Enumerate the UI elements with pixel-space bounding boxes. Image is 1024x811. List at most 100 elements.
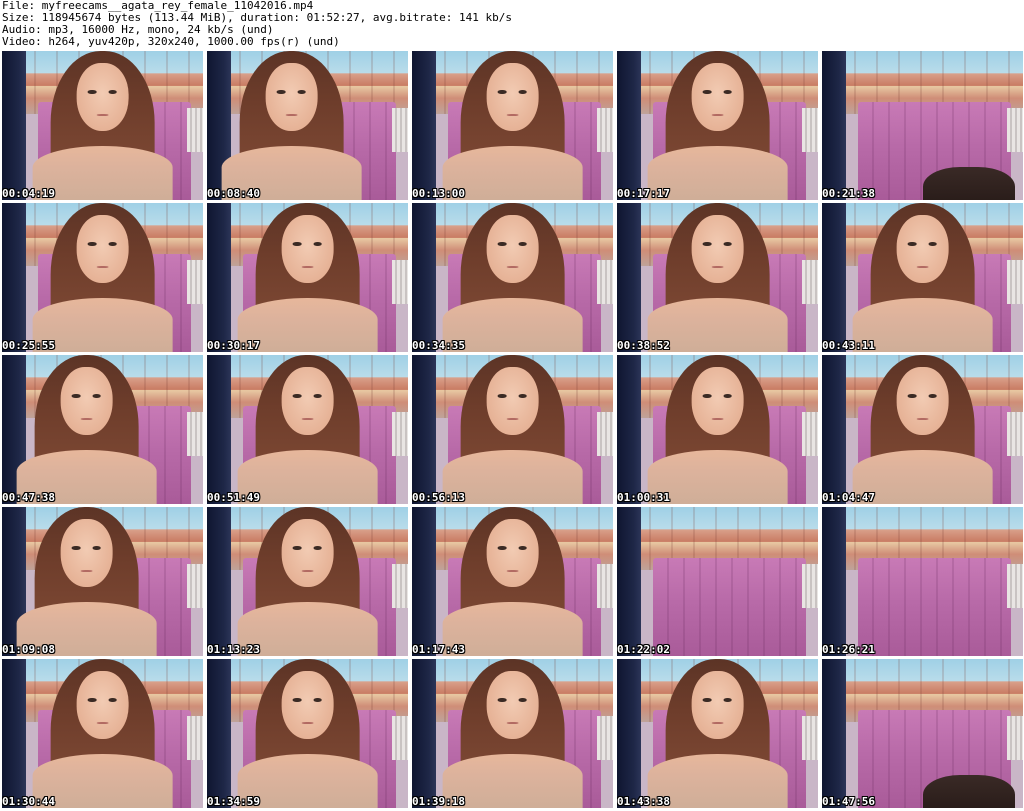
thumbnail-frame-image bbox=[822, 659, 1023, 808]
radiator bbox=[186, 715, 203, 761]
person-figure bbox=[436, 203, 589, 352]
radiator bbox=[596, 563, 613, 609]
curtain bbox=[207, 203, 232, 352]
left-eye bbox=[702, 242, 712, 246]
radiator bbox=[186, 411, 203, 457]
face bbox=[281, 518, 334, 588]
left-eye bbox=[87, 242, 97, 246]
thumbnail-timestamp: 01:43:38 bbox=[617, 795, 670, 808]
face bbox=[76, 670, 129, 740]
thumbnail-timestamp: 01:39:18 bbox=[412, 795, 465, 808]
video-thumbnail: 01:26:21 bbox=[822, 507, 1023, 656]
radiator bbox=[801, 715, 818, 761]
face bbox=[76, 214, 129, 284]
thumbnail-frame-image bbox=[2, 51, 203, 200]
right-eye bbox=[518, 394, 528, 398]
face bbox=[486, 518, 539, 588]
mouth bbox=[301, 569, 314, 573]
left-eye bbox=[907, 242, 917, 246]
thumbnail-timestamp: 01:22:02 bbox=[617, 643, 670, 656]
right-eye bbox=[518, 242, 528, 246]
video-thumbnail: 01:04:47 bbox=[822, 355, 1023, 504]
radiator bbox=[186, 259, 203, 305]
video-thumbnail: 00:04:19 bbox=[2, 51, 203, 200]
right-eye bbox=[518, 546, 528, 550]
face bbox=[486, 214, 539, 284]
video-thumbnail: 00:47:38 bbox=[2, 355, 203, 504]
thumbnail-timestamp: 00:04:19 bbox=[2, 187, 55, 200]
left-eye bbox=[292, 394, 302, 398]
thumbnail-frame-image bbox=[2, 355, 203, 504]
curtain bbox=[2, 659, 27, 808]
left-eye bbox=[497, 242, 507, 246]
video-thumbnail: 01:09:08 bbox=[2, 507, 203, 656]
face bbox=[486, 62, 539, 132]
radiator bbox=[391, 411, 408, 457]
radiator bbox=[391, 107, 408, 153]
face bbox=[281, 670, 334, 740]
person-figure bbox=[215, 51, 368, 200]
right-eye bbox=[313, 242, 323, 246]
thumbnail-frame-image bbox=[617, 355, 818, 504]
thumbnail-timestamp: 01:30:44 bbox=[2, 795, 55, 808]
thumbnail-frame-image bbox=[412, 355, 613, 504]
person-figure bbox=[231, 203, 384, 352]
left-eye bbox=[87, 698, 97, 702]
video-thumbnail: 01:43:38 bbox=[617, 659, 818, 808]
person-figure bbox=[26, 659, 179, 808]
curtain bbox=[412, 507, 437, 656]
thumbnail-frame-image bbox=[617, 659, 818, 808]
person-figure bbox=[26, 51, 179, 200]
person-figure bbox=[26, 203, 179, 352]
mouth bbox=[96, 721, 109, 725]
thumbnail-timestamp: 00:13:00 bbox=[412, 187, 465, 200]
thumbnail-frame-image bbox=[207, 51, 408, 200]
person-figure bbox=[846, 355, 999, 504]
video-thumbnail: 00:25:55 bbox=[2, 203, 203, 352]
curtain bbox=[822, 355, 847, 504]
face bbox=[691, 62, 744, 132]
face bbox=[60, 366, 113, 436]
right-eye bbox=[108, 242, 118, 246]
mouth bbox=[506, 417, 519, 421]
mouth bbox=[711, 113, 724, 117]
thumbnail-frame-image bbox=[412, 507, 613, 656]
radiator bbox=[1006, 411, 1023, 457]
video-info-line: Video: h264, yuv420p, 320x240, 1000.00 f… bbox=[2, 35, 340, 48]
file-info-header: File: myfreecams__agata_rey_female_11042… bbox=[2, 0, 1022, 48]
thumbnail-timestamp: 01:04:47 bbox=[822, 491, 875, 504]
left-eye bbox=[702, 394, 712, 398]
face bbox=[486, 670, 539, 740]
thumbnail-frame-image bbox=[822, 355, 1023, 504]
radiator bbox=[391, 715, 408, 761]
video-thumbnail: 00:51:49 bbox=[207, 355, 408, 504]
video-thumbnail: 00:13:00 bbox=[412, 51, 613, 200]
person-figure bbox=[231, 659, 384, 808]
thumbnail-timestamp: 01:34:59 bbox=[207, 795, 260, 808]
chair bbox=[922, 775, 1015, 808]
right-eye bbox=[313, 394, 323, 398]
chair bbox=[922, 167, 1015, 200]
face bbox=[60, 518, 113, 588]
pink-blanket bbox=[858, 557, 1011, 656]
curtain bbox=[412, 659, 437, 808]
left-eye bbox=[292, 546, 302, 550]
thumbnail-frame-image bbox=[207, 659, 408, 808]
thumbnail-timestamp: 00:51:49 bbox=[207, 491, 260, 504]
curtain bbox=[412, 51, 437, 200]
video-thumbnail: 01:22:02 bbox=[617, 507, 818, 656]
right-eye bbox=[518, 90, 528, 94]
mouth bbox=[80, 417, 93, 421]
person-figure bbox=[231, 507, 384, 656]
mouth bbox=[506, 721, 519, 725]
face bbox=[896, 214, 949, 284]
left-eye bbox=[497, 90, 507, 94]
radiator bbox=[186, 563, 203, 609]
curtain bbox=[822, 51, 847, 200]
left-eye bbox=[276, 90, 286, 94]
curtain bbox=[822, 203, 847, 352]
right-eye bbox=[723, 698, 733, 702]
left-eye bbox=[702, 90, 712, 94]
thumbnail-timestamp: 01:26:21 bbox=[822, 643, 875, 656]
mouth bbox=[96, 113, 109, 117]
